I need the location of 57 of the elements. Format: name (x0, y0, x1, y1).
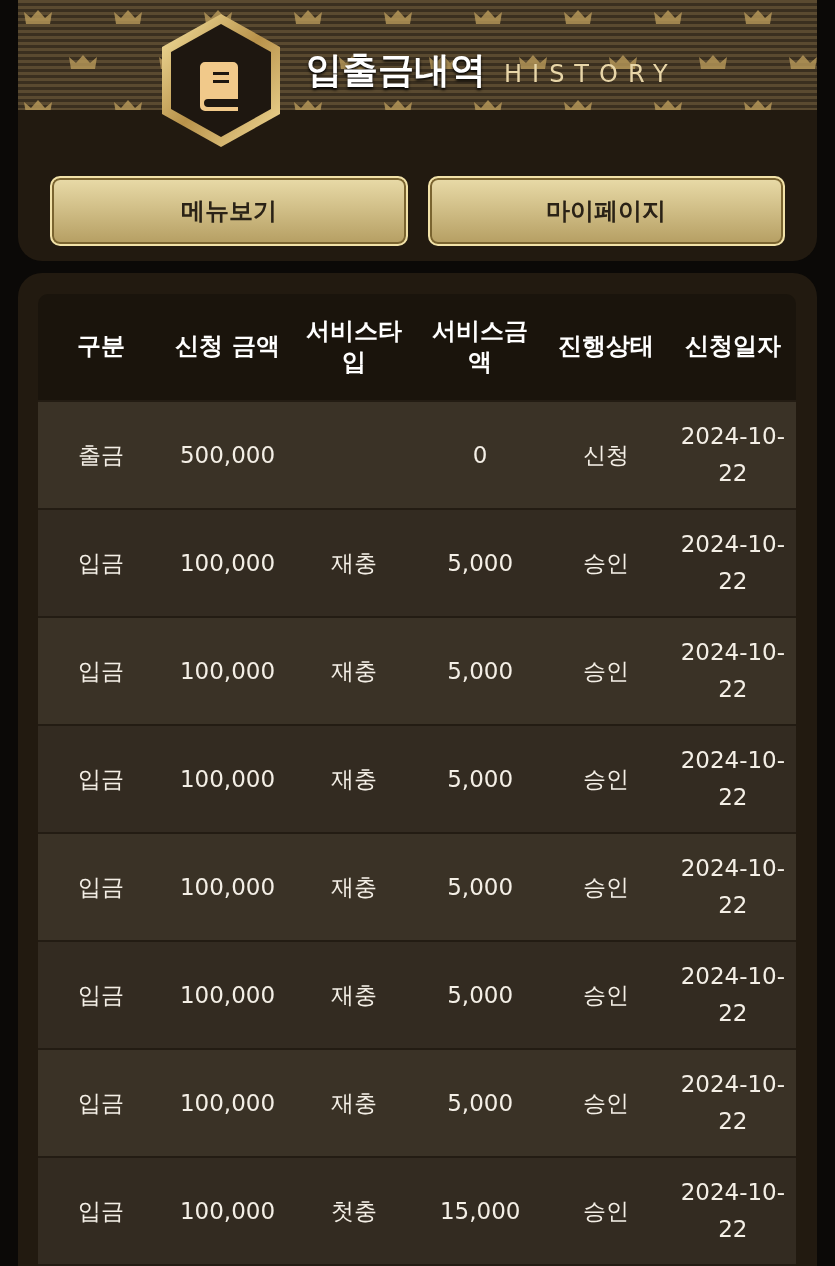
status-cell-text: 승인 (583, 980, 630, 1010)
amount-cell-text: 100,000 (179, 980, 276, 1010)
page-title: 입출금내역 (306, 47, 486, 92)
date-cell-text: 2024-10-22 (679, 962, 786, 1028)
date-cell-text: 2024-10-22 (679, 746, 786, 812)
page-subtitle: HISTORY (504, 59, 678, 88)
service-type-cell-text: 재충 (330, 764, 377, 794)
amount-cell-text: 100,000 (179, 1196, 276, 1226)
amount-cell-text: 100,000 (179, 548, 276, 578)
status-cell-text: 승인 (583, 1088, 630, 1118)
service-amount-cell-text: 5,000 (447, 764, 514, 794)
column-header: 서비스타입 (304, 315, 403, 378)
status-cell-text: 승인 (583, 1196, 630, 1226)
amount-cell-text: 100,000 (179, 764, 276, 794)
date-cell-text: 2024-10-22 (679, 638, 786, 704)
type-cell-text: 출금 (78, 440, 125, 470)
column-header: 구분 (77, 331, 126, 363)
status-cell-text: 신청 (583, 440, 630, 470)
date-cell-text: 2024-10-22 (679, 854, 786, 920)
status-cell-text: 승인 (583, 764, 630, 794)
column-header: 서비스금액 (431, 315, 530, 378)
service-amount-cell-text: 15,000 (439, 1196, 521, 1226)
service-type-cell-text: 재충 (330, 872, 377, 902)
amount-cell-text: 100,000 (179, 1088, 276, 1118)
service-amount-cell-text: 5,000 (447, 980, 514, 1010)
service-type-cell-text: 재충 (330, 1088, 377, 1118)
service-type-cell-text: 재충 (330, 980, 377, 1010)
amount-cell-text: 100,000 (179, 656, 276, 686)
type-cell-text: 입금 (78, 1088, 125, 1118)
amount-cell-text: 100,000 (179, 872, 276, 902)
service-amount-cell-text: 5,000 (447, 872, 514, 902)
amount-cell-text: 500,000 (179, 440, 276, 470)
status-cell-text: 승인 (583, 872, 630, 902)
column-header: 신청일자 (684, 331, 781, 363)
service-amount-cell-text: 5,000 (447, 1088, 514, 1118)
column-header: 진행상태 (558, 331, 655, 363)
status-cell-text: 승인 (583, 656, 630, 686)
service-amount-cell-text: 5,000 (447, 548, 514, 578)
date-cell-text: 2024-10-22 (679, 530, 786, 596)
service-type-cell-text: 재충 (330, 656, 377, 686)
type-cell-text: 입금 (78, 764, 125, 794)
type-cell-text: 입금 (78, 1196, 125, 1226)
service-amount-cell-text: 0 (472, 440, 488, 470)
date-cell-text: 2024-10-22 (679, 422, 786, 488)
column-header: 신청 금액 (175, 331, 280, 363)
date-cell-text: 2024-10-22 (679, 1070, 786, 1136)
type-cell-text: 입금 (78, 980, 125, 1010)
service-type-cell-text: 첫충 (330, 1196, 377, 1226)
status-cell-text: 승인 (583, 548, 630, 578)
date-cell-text: 2024-10-22 (679, 1178, 786, 1244)
menu-button[interactable]: 메뉴보기 (50, 176, 408, 246)
service-type-cell-text: 재충 (330, 548, 377, 578)
type-cell-text: 입금 (78, 656, 125, 686)
type-cell-text: 입금 (78, 548, 125, 578)
service-amount-cell-text: 5,000 (447, 656, 514, 686)
mypage-button[interactable]: 마이페이지 (427, 176, 785, 246)
type-cell-text: 입금 (78, 872, 125, 902)
